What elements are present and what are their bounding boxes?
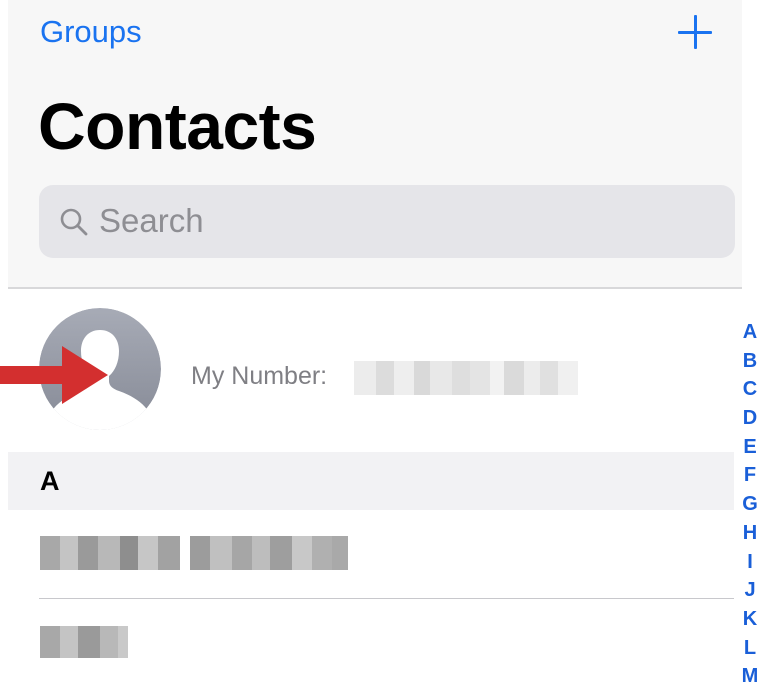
index-letter-f[interactable]: F xyxy=(744,461,756,490)
navigation-header: Groups Contacts Search xyxy=(8,0,742,289)
index-letter-m[interactable]: M xyxy=(742,662,759,691)
annotation-arrow-icon xyxy=(0,346,108,404)
my-number-label: My Number: xyxy=(191,362,328,390)
contact-row[interactable] xyxy=(8,510,734,598)
index-letter-g[interactable]: G xyxy=(742,490,758,519)
index-letter-e[interactable]: E xyxy=(743,433,756,462)
contact-name-redacted xyxy=(40,536,348,570)
contact-name-redacted xyxy=(40,626,128,658)
my-card[interactable]: My Number: xyxy=(8,291,734,451)
index-letter-c[interactable]: C xyxy=(743,375,757,404)
groups-button[interactable]: Groups xyxy=(40,14,142,50)
my-number-value-redacted xyxy=(354,361,578,395)
contact-row[interactable] xyxy=(8,600,734,682)
page-title: Contacts xyxy=(38,89,317,163)
index-letter-h[interactable]: H xyxy=(743,519,757,548)
index-letter-d[interactable]: D xyxy=(743,404,757,433)
index-letter-k[interactable]: K xyxy=(743,605,757,634)
section-letter: A xyxy=(40,466,60,496)
index-letter-l[interactable]: L xyxy=(744,634,756,663)
row-divider xyxy=(39,598,734,599)
index-letter-b[interactable]: B xyxy=(743,347,757,376)
search-input[interactable]: Search xyxy=(39,185,735,258)
index-letter-i[interactable]: I xyxy=(747,548,753,577)
search-icon xyxy=(60,208,88,236)
index-letter-a[interactable]: A xyxy=(743,318,757,347)
index-letter-j[interactable]: J xyxy=(744,576,755,605)
section-index-bar[interactable]: A B C D E F G H I J K L M xyxy=(736,318,764,691)
section-header-a: A xyxy=(8,452,734,510)
search-placeholder: Search xyxy=(99,202,204,239)
add-contact-button[interactable] xyxy=(674,10,716,52)
